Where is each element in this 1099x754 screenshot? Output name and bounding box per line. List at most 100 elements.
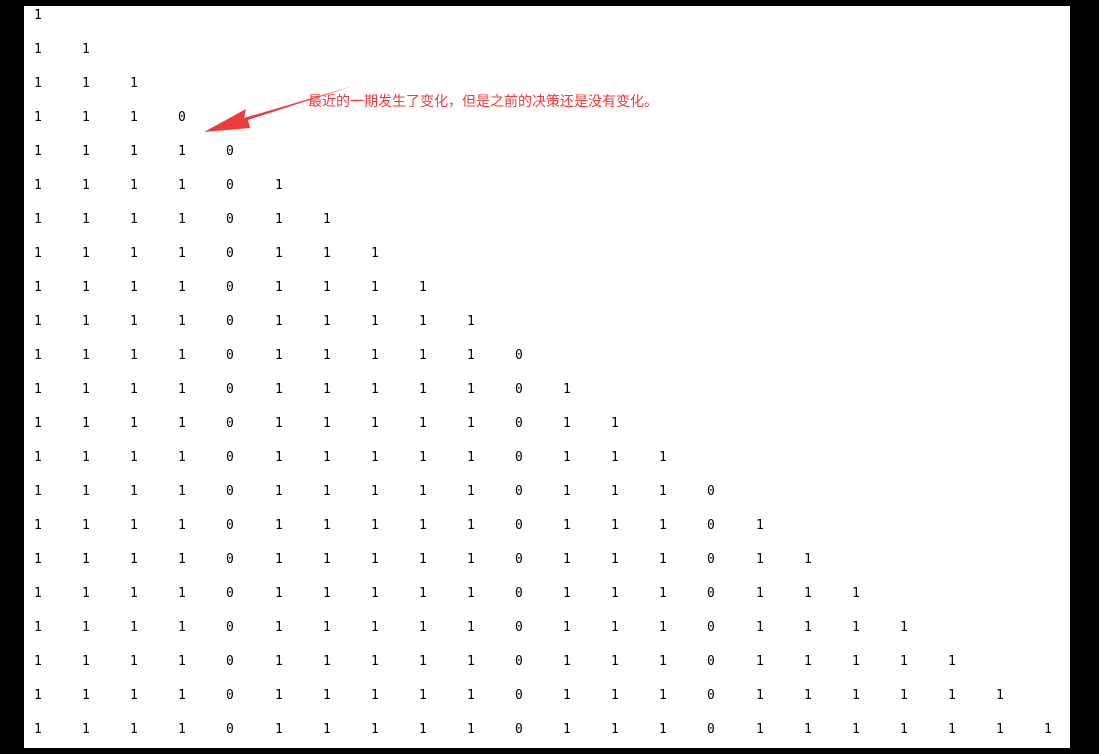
triangle-cell: 1: [563, 382, 571, 397]
triangle-cell: 0: [515, 382, 523, 397]
triangle-cell: 1: [419, 348, 427, 363]
triangle-cell: 1: [34, 246, 42, 261]
triangle-cell: 1: [467, 450, 475, 465]
triangle-cell: 1: [130, 178, 138, 193]
triangle-cell: 1: [130, 484, 138, 499]
triangle-cell: 1: [371, 586, 379, 601]
triangle-cell: 1: [659, 518, 667, 533]
triangle-cell: 1: [34, 178, 42, 193]
triangle-cell: 0: [226, 382, 234, 397]
triangle-cell: 0: [515, 552, 523, 567]
triangle-cell: 1: [130, 722, 138, 737]
triangle-cell: 1: [34, 144, 42, 159]
triangle-cell: 1: [852, 654, 860, 669]
triangle-cell: 0: [515, 518, 523, 533]
triangle-cell: 1: [852, 620, 860, 635]
triangle-cell: 1: [323, 382, 331, 397]
triangle-cell: 1: [130, 246, 138, 261]
triangle-cell: 1: [34, 212, 42, 227]
triangle-cell: 1: [323, 348, 331, 363]
triangle-cell: 1: [419, 586, 427, 601]
triangle-cell: 1: [178, 518, 186, 533]
triangle-cell: 1: [371, 620, 379, 635]
triangle-row: 1 1 1 1 0 1 1 1: [24, 244, 1070, 264]
triangle-cell: 1: [130, 348, 138, 363]
triangle-cell: 1: [275, 450, 283, 465]
triangle-cell: 1: [323, 518, 331, 533]
triangle-row: 1 1 1 1 0 1 1 1 1 1: [24, 312, 1070, 332]
triangle-cell: 1: [82, 280, 90, 295]
triangle-cell: 1: [804, 586, 812, 601]
triangle-row: 1 1 1 1 0 1 1 1 1 1 0 1 1 1 0: [24, 482, 1070, 502]
triangle-cell: 1: [804, 722, 812, 737]
triangle-cell: 1: [178, 586, 186, 601]
triangle-cell: 1: [756, 688, 764, 703]
triangle-cell: 1: [178, 348, 186, 363]
text-viewport: 1 1 1 1 1 1 1 1 1 0 1 1 1 1 0 1 1 1 1 0 1 1 1 1 1 0 1 1 1 1 1 1 0 1 1 1 1 1 1 1…: [24, 6, 1070, 748]
triangle-cell: 1: [34, 688, 42, 703]
triangle-cell: 1: [419, 688, 427, 703]
triangle-cell: 1: [34, 654, 42, 669]
triangle-cell: 1: [467, 314, 475, 329]
triangle-cell: 1: [419, 518, 427, 533]
triangle-cell: 0: [707, 552, 715, 567]
triangle-cell: 1: [82, 76, 90, 91]
triangle-cell: 1: [178, 416, 186, 431]
triangle-row: 1 1 1 1 0 1 1 1 1 1 0 1 1 1 0 1 1 1: [24, 584, 1070, 604]
triangle-cell: 0: [707, 688, 715, 703]
triangle-cell: 1: [371, 450, 379, 465]
triangle-cell: 0: [226, 586, 234, 601]
triangle-cell: 1: [467, 620, 475, 635]
triangle-cell: 1: [178, 484, 186, 499]
triangle-cell: 1: [804, 552, 812, 567]
triangle-cell: 1: [611, 552, 619, 567]
annotation-text: 最近的一期发生了变化，但是之前的决策还是没有变化。: [308, 94, 658, 110]
triangle-cell: 1: [178, 450, 186, 465]
triangle-cell: 0: [707, 518, 715, 533]
triangle-cell: 1: [467, 688, 475, 703]
triangle-cell: 1: [275, 620, 283, 635]
triangle-cell: 1: [34, 280, 42, 295]
triangle-cell: 1: [563, 688, 571, 703]
triangle-cell: 1: [804, 620, 812, 635]
triangle-cell: 1: [371, 280, 379, 295]
triangle-cell: 1: [130, 280, 138, 295]
triangle-cell: 1: [130, 144, 138, 159]
triangle-cell: 1: [275, 280, 283, 295]
triangle-row: 1 1 1 1 0: [24, 142, 1070, 162]
triangle-cell: 1: [371, 416, 379, 431]
triangle-cell: 1: [948, 688, 956, 703]
triangle-cell: 1: [34, 348, 42, 363]
triangle-cell: 1: [178, 382, 186, 397]
triangle-cell: 1: [82, 42, 90, 57]
triangle-cell: 1: [419, 450, 427, 465]
triangle-cell: 0: [226, 518, 234, 533]
triangle-cell: 1: [611, 416, 619, 431]
triangle-cell: 1: [34, 416, 42, 431]
triangle-cell: 1: [178, 178, 186, 193]
triangle-cell: 1: [563, 484, 571, 499]
triangle-cell: 1: [948, 654, 956, 669]
triangle-cell: 1: [563, 450, 571, 465]
triangle-cell: 1: [948, 722, 956, 737]
triangle-cell: 1: [659, 620, 667, 635]
triangle-cell: 1: [371, 246, 379, 261]
triangle-cell: 1: [467, 722, 475, 737]
triangle-cell: 1: [275, 382, 283, 397]
triangle-cell: 1: [130, 654, 138, 669]
triangle-cell: 1: [611, 620, 619, 635]
triangle-cell: 1: [323, 314, 331, 329]
triangle-cell: 1: [82, 688, 90, 703]
triangle-cell: 1: [852, 586, 860, 601]
triangle-cell: 0: [226, 416, 234, 431]
triangle-cell: 1: [275, 688, 283, 703]
triangle-cell: 0: [226, 654, 234, 669]
triangle-cell: 1: [804, 688, 812, 703]
triangle-cell: 1: [419, 620, 427, 635]
triangle-cell: 1: [611, 722, 619, 737]
triangle-row: 1 1 1 1 0 1 1 1 1 1 0 1 1 1 0 1 1 1 1: [24, 618, 1070, 638]
triangle-cell: 1: [419, 654, 427, 669]
triangle-cell: 1: [178, 246, 186, 261]
triangle-cell: 1: [34, 110, 42, 125]
triangle-cell: 0: [178, 110, 186, 125]
